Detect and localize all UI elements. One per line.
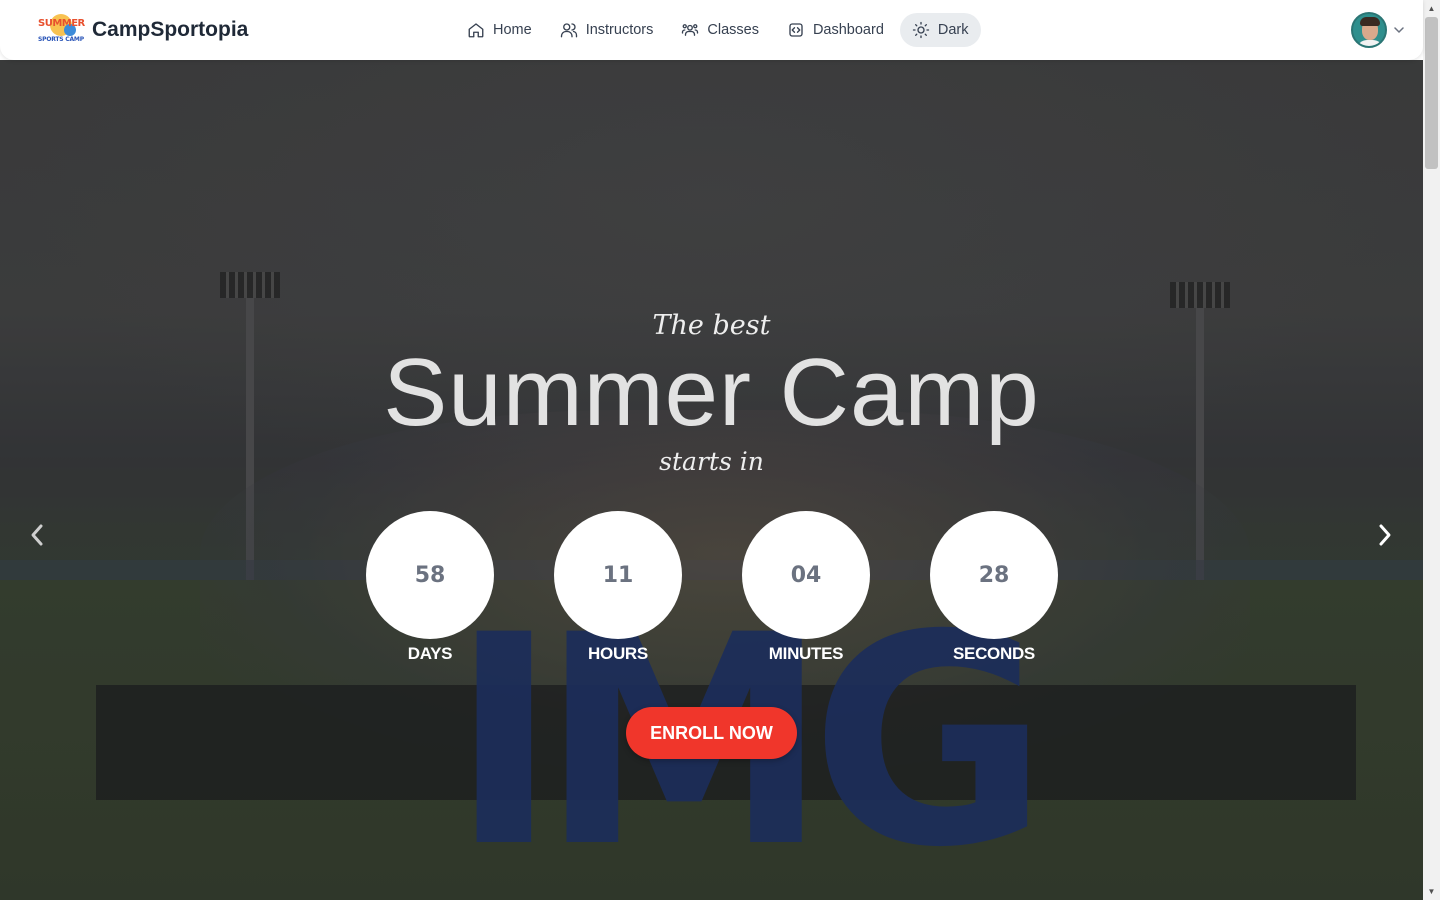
countdown-value: 11 [554,511,682,639]
avatar-hair-shape [1360,17,1380,26]
brand[interactable]: SUMMER SPORTS CAMP CampSportopia [38,12,248,48]
countdown-label: HOURS [588,644,648,663]
avatar-shirt-shape [1357,40,1383,46]
profile-menu[interactable] [1351,12,1405,48]
nav-item-label: Dark [937,22,969,38]
code-square-icon [787,21,805,39]
avatar[interactable] [1351,12,1387,48]
countdown-hours: 11 HOURS [554,511,682,664]
nav-item-label: Classes [707,22,759,38]
countdown-label: SECONDS [953,644,1035,663]
countdown-value: 58 [366,511,494,639]
nav-item-dashboard[interactable]: Dashboard [775,13,896,47]
theme-toggle-button[interactable]: Dark [899,13,981,47]
brand-name[interactable]: CampSportopia [92,18,248,42]
nav-item-label: Dashboard [812,22,884,38]
nav-item-label: Home [493,22,532,38]
sun-icon [912,21,930,39]
page-scrollbar[interactable]: ▲ ▼ [1423,0,1440,900]
scroll-up-arrow-icon[interactable]: ▲ [1423,0,1440,17]
countdown-seconds: 28 SECONDS [930,511,1058,664]
chevron-down-icon[interactable] [1393,24,1405,36]
countdown-label: DAYS [407,644,453,663]
hero-carousel: IMG The best Summer Camp starts in 58 DA… [0,60,1423,900]
hero-tagline-bottom: starts in [659,447,764,476]
enroll-now-button[interactable]: ENROLL NOW [626,707,797,759]
nav-item-instructors[interactable]: Instructors [548,13,666,47]
home-icon [467,21,485,39]
group-icon [681,21,699,39]
scroll-down-arrow-icon[interactable]: ▼ [1423,883,1440,900]
main-nav: Home Instructors Classes Dashboard Dark [455,13,981,47]
logo-text-bottom: SPORTS CAMP [38,36,84,43]
scrollbar-thumb[interactable] [1425,17,1438,169]
logo-text-top: SUMMER [38,18,85,29]
chevron-right-icon [1379,524,1391,546]
users-icon [560,21,578,39]
carousel-next-button[interactable] [1372,522,1396,548]
countdown-label: MINUTES [768,644,844,663]
nav-item-home[interactable]: Home [455,13,544,47]
hero-tagline-top: The best [652,310,771,341]
countdown-value: 04 [742,511,870,639]
carousel-prev-button[interactable] [26,522,50,548]
countdown-value: 28 [930,511,1058,639]
nav-item-label: Instructors [585,22,654,38]
hero-overlay [0,60,1423,900]
hero-headline: Summer Camp [383,339,1040,446]
chevron-left-icon [31,524,43,546]
countdown-days: 58 DAYS [366,511,494,664]
nav-item-classes[interactable]: Classes [669,13,771,47]
camp-logo[interactable]: SUMMER SPORTS CAMP [38,12,85,48]
countdown-minutes: 04 MINUTES [742,511,870,664]
navbar: SUMMER SPORTS CAMP CampSportopia Home In… [0,0,1423,60]
countdown-timer: 58 DAYS 11 HOURS 04 MINUTES 28 SECONDS [366,511,1058,664]
